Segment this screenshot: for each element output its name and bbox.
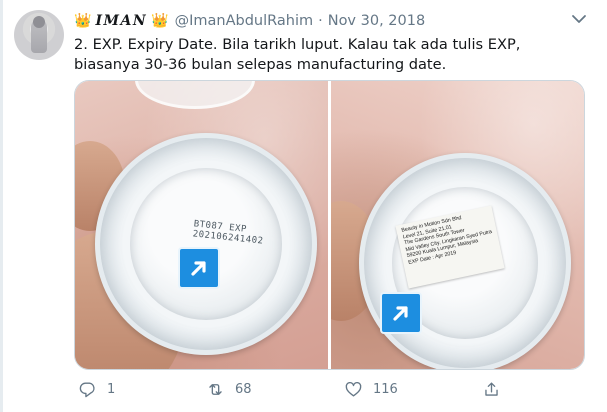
media-photo-right[interactable]: Beauty in Motion Sdn Bhd Level 21, Suite… [331, 81, 584, 369]
caret-down-icon[interactable] [569, 10, 589, 28]
expand-icon[interactable] [380, 292, 422, 334]
crown-emoji-right: 👑 [151, 13, 169, 29]
bottle-background [135, 81, 255, 109]
tweet-card[interactable]: 👑 𝑰𝑴𝑨𝑵 👑 @ImanAbdulRahim · Nov 30, 2018 … [0, 0, 607, 412]
share-icon [485, 381, 498, 396]
tweet-text: 2. EXP. Expiry Date. Bila tarikh luput. … [74, 36, 521, 73]
media-grid: BT087 EXP 202106241402 Beauty in Motion … [74, 80, 585, 370]
expand-icon[interactable] [178, 247, 220, 289]
retweet-count: 68 [235, 381, 252, 397]
retweet-button[interactable]: 68 [206, 378, 252, 400]
crown-emoji-left: 👑 [74, 13, 92, 29]
reply-icon [79, 381, 95, 397]
like-icon [345, 381, 362, 397]
like-count: 116 [373, 381, 398, 397]
timeline-border [0, 0, 3, 412]
avatar-head [33, 16, 45, 28]
tweet-header: 👑 𝑰𝑴𝑨𝑵 👑 @ImanAbdulRahim · Nov 30, 2018 [74, 11, 425, 31]
like-button[interactable]: 116 [344, 378, 398, 400]
user-handle[interactable]: @ImanAbdulRahim [175, 13, 314, 29]
display-name[interactable]: 𝑰𝑴𝑨𝑵 [95, 13, 147, 29]
media-photo-left[interactable]: BT087 EXP 202106241402 [75, 81, 328, 369]
retweet-icon [209, 383, 222, 395]
avatar[interactable] [14, 10, 64, 60]
separator-dot: · [318, 13, 323, 29]
share-button[interactable] [482, 378, 511, 400]
tweet-date[interactable]: Nov 30, 2018 [328, 13, 425, 29]
reply-button[interactable]: 1 [78, 378, 115, 400]
reply-count: 1 [107, 381, 116, 397]
tweet-actions: 1 68 116 [74, 378, 534, 400]
bottle-base-left [95, 133, 317, 355]
